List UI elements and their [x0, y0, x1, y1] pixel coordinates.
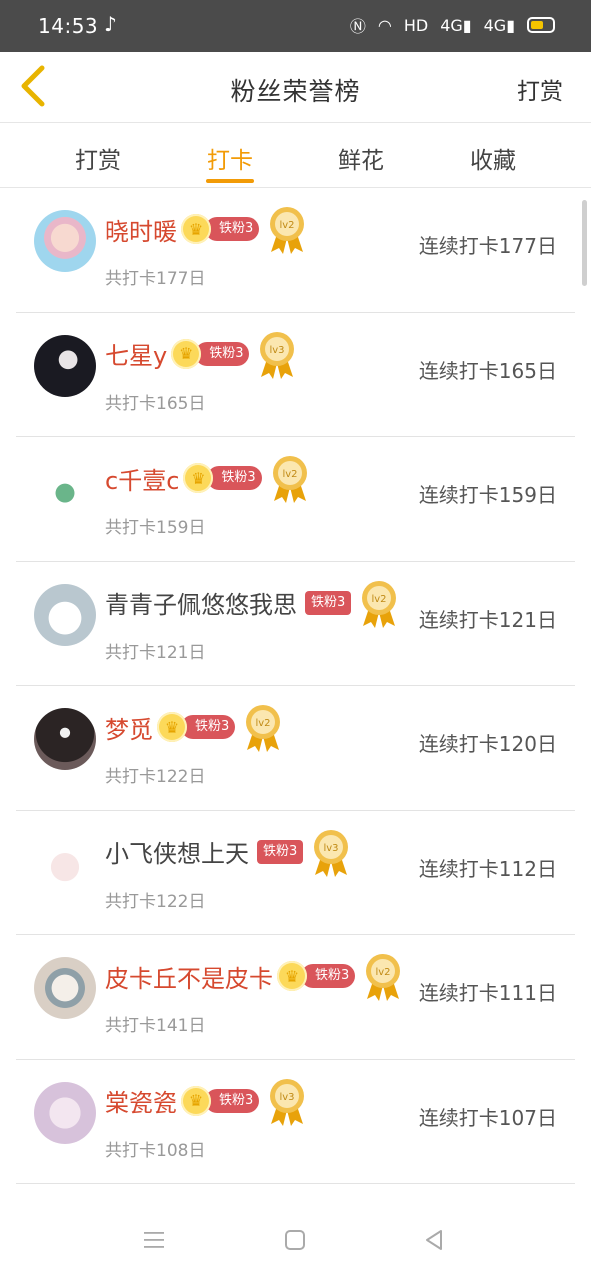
svg-text:lv3: lv3 [270, 345, 285, 356]
total-checkins: 共打卡141日 [105, 1016, 206, 1036]
svg-text:lv2: lv2 [376, 967, 391, 978]
total-checkins: 共打卡177日 [105, 269, 206, 289]
fan-badge: 铁粉3 [181, 715, 236, 739]
list-item[interactable]: 皮卡丘不是皮卡 ♛ 铁粉3 lv2 共打卡141日 连续打卡111日 [0, 935, 591, 1060]
status-bar: 14:53 ♪ Ⓝ ◠ HD 4G▮ 4G▮ [0, 0, 591, 52]
svg-text:lv3: lv3 [280, 1092, 295, 1103]
tiktok-icon: ♪ [104, 12, 117, 36]
total-checkins: 共打卡122日 [105, 891, 206, 912]
streak-count: 连续打卡177日 [418, 234, 557, 258]
svg-text:lv2: lv2 [282, 469, 297, 480]
page-title: 粉丝荣誉榜 [230, 77, 361, 106]
home-icon [285, 1230, 305, 1250]
medal-icon: lv2 [246, 705, 281, 752]
user-name[interactable]: 青青子佩悠悠我思 [105, 585, 297, 620]
list-item[interactable]: 梦觅 ♛ 铁粉3 lv2 共打卡122日 连续打卡120日 [0, 686, 591, 811]
system-nav-bar [0, 1200, 591, 1280]
total-checkins: 共打卡108日 [105, 1140, 206, 1161]
streak-count: 连续打卡111日 [418, 981, 557, 1005]
avatar[interactable] [34, 1081, 96, 1144]
user-name[interactable]: 晓时暖 [105, 212, 177, 247]
tab-checkin[interactable]: 打卡 [185, 141, 275, 175]
signal-icon-2: 4G▮ [483, 15, 515, 35]
avatar[interactable] [34, 459, 96, 521]
streak-count: 连续打卡159日 [418, 483, 557, 507]
nav-bar: 粉丝荣誉榜 打赏 [0, 52, 591, 123]
tab-bar: 打赏 打卡 鲜花 收藏 [0, 123, 591, 188]
fan-badge: 铁粉3 [257, 839, 304, 864]
user-name[interactable]: 皮卡丘不是皮卡 [105, 959, 273, 994]
back-button[interactable] [414, 1220, 454, 1260]
streak-count: 连续打卡165日 [418, 358, 557, 383]
list-item[interactable]: c千壹c ♛ 铁粉3 lv2 共打卡159日 连续打卡159日 [0, 437, 591, 562]
status-icons: Ⓝ ◠ HD 4G▮ 4G▮ [350, 10, 555, 40]
crown-icon: ♛ [277, 961, 307, 991]
user-name[interactable]: 梦觅 [105, 710, 153, 745]
avatar[interactable] [34, 832, 96, 895]
medal-icon: lv3 [260, 331, 295, 379]
hd-indicator: HD [403, 15, 429, 35]
user-name[interactable]: c千壹c [105, 461, 179, 496]
fan-badge: 铁粉3 [301, 964, 356, 988]
streak-count: 连续打卡112日 [418, 856, 557, 881]
svg-text:lv2: lv2 [372, 594, 387, 605]
medal-icon: lv3 [314, 829, 349, 877]
fan-badge: 铁粉3 [207, 466, 262, 490]
fan-badge: 铁粉3 [205, 217, 260, 241]
svg-text:lv2: lv2 [280, 220, 295, 231]
user-name[interactable]: 小飞侠想上天 [105, 834, 249, 869]
avatar[interactable] [34, 334, 96, 397]
streak-count: 连续打卡120日 [418, 732, 557, 756]
crown-icon: ♛ [157, 712, 187, 742]
scrollbar[interactable] [582, 200, 587, 286]
total-checkins: 共打卡122日 [105, 767, 206, 787]
fan-badge: 铁粉3 [305, 590, 352, 615]
home-button[interactable] [275, 1220, 315, 1260]
user-name[interactable]: 七星y [105, 336, 167, 371]
list-item[interactable]: 晓时暖 ♛ 铁粉3 lv2 共打卡177日 连续打卡177日 [0, 188, 591, 313]
avatar[interactable] [34, 957, 96, 1019]
reward-button[interactable]: 打赏 [517, 72, 563, 106]
tab-favorites[interactable]: 收藏 [448, 141, 538, 175]
crown-icon: ♛ [171, 338, 202, 369]
medal-icon: lv2 [270, 207, 305, 254]
avatar[interactable] [34, 583, 96, 646]
back-triangle-icon [426, 1230, 442, 1250]
list-item[interactable]: 棠瓷瓷 ♛ 铁粉3 lv3 共打卡108日 连续打卡107日 [0, 1060, 591, 1185]
menu-button[interactable] [134, 1220, 174, 1260]
avatar[interactable] [34, 708, 96, 770]
crown-icon: ♛ [181, 1085, 211, 1116]
user-name[interactable]: 棠瓷瓷 [105, 1083, 177, 1118]
list-item[interactable]: 青青子佩悠悠我思 铁粉3 lv2 共打卡121日 连续打卡121日 [0, 562, 591, 687]
crown-icon: ♛ [183, 463, 214, 493]
status-time: 14:53 [38, 14, 99, 38]
medal-icon: lv2 [366, 954, 401, 1001]
total-checkins: 共打卡165日 [105, 393, 206, 414]
nfc-icon: Ⓝ [349, 17, 366, 36]
fan-badge: 铁粉3 [205, 1088, 260, 1113]
fan-list: 晓时暖 ♛ 铁粉3 lv2 共打卡177日 连续打卡177日 七星y ♛ 铁粉3… [0, 188, 591, 1184]
battery-icon [527, 17, 555, 33]
streak-count: 连续打卡121日 [418, 607, 557, 632]
medal-icon: lv2 [362, 580, 397, 628]
list-item[interactable]: 小飞侠想上天 铁粉3 lv3 共打卡122日 连续打卡112日 [0, 811, 591, 936]
tab-reward[interactable]: 打赏 [53, 141, 143, 175]
fan-badge: 铁粉3 [195, 341, 250, 366]
total-checkins: 共打卡159日 [105, 518, 206, 538]
tab-indicator [206, 179, 254, 183]
tab-flowers[interactable]: 鲜花 [316, 141, 406, 175]
signal-icon: 4G▮ [440, 15, 472, 35]
crown-icon: ♛ [181, 214, 211, 244]
medal-icon: lv3 [270, 1078, 305, 1126]
menu-icon [144, 1232, 164, 1248]
svg-text:lv2: lv2 [256, 718, 271, 729]
avatar[interactable] [34, 210, 96, 272]
medal-icon: lv2 [272, 456, 307, 503]
total-checkins: 共打卡121日 [105, 642, 206, 663]
streak-count: 连续打卡107日 [418, 1105, 557, 1130]
wifi-icon: ◠ [377, 15, 392, 35]
list-item[interactable]: 七星y ♛ 铁粉3 lv3 共打卡165日 连续打卡165日 [0, 313, 591, 438]
svg-text:lv3: lv3 [324, 843, 339, 854]
